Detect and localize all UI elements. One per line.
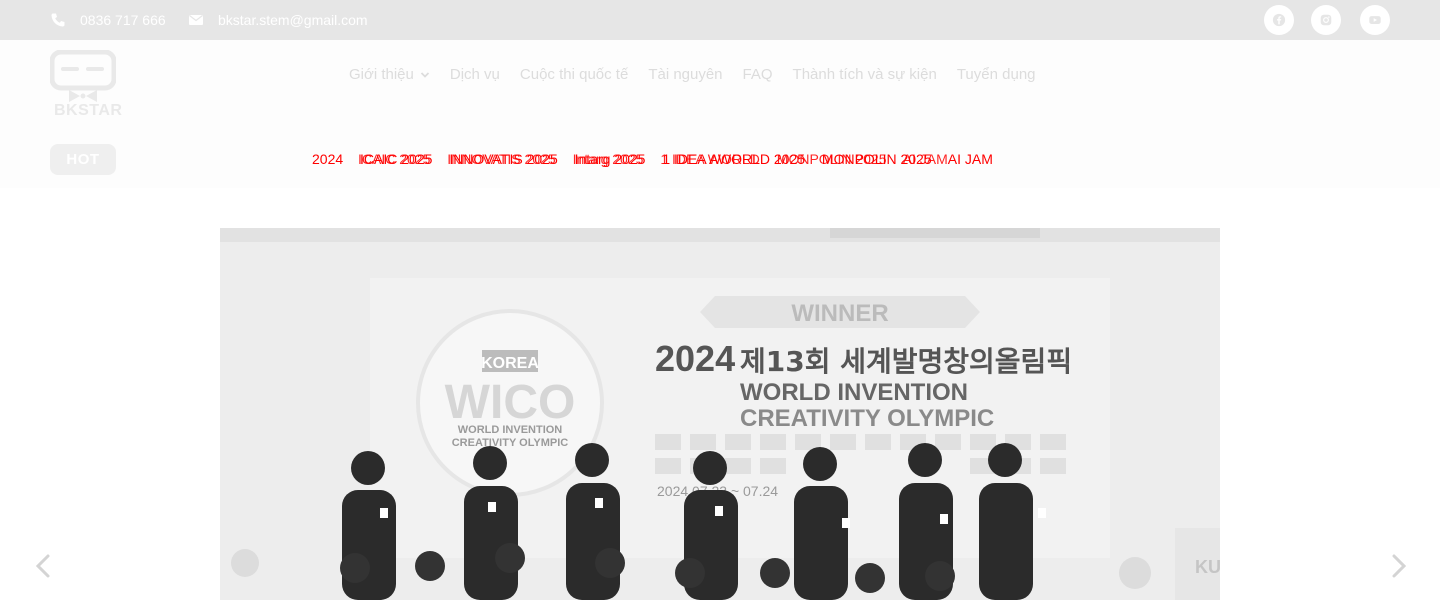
phone-contact[interactable]: 0836 717 666	[50, 0, 166, 40]
banner-year-text: 2024	[655, 338, 735, 379]
site-header: BKSTAR Giới thiệu Dịch vụ Cuộc thi quốc …	[0, 40, 1440, 188]
nav-item-tuyen-dung[interactable]: Tuyển dụng	[957, 66, 1036, 83]
nav-item-label: Cuộc thi quốc tế	[519, 66, 629, 83]
hero-slider[interactable]: WINNER KOREA WICO WORLD INVENTION CREATI…	[220, 228, 1220, 600]
nav-item-label: Tuyển dụng	[956, 66, 1036, 83]
nav-item-label: FAQ	[742, 66, 773, 83]
chevron-down-icon	[420, 71, 430, 78]
right-badge-text: KU	[1195, 557, 1220, 577]
nav-item-label: Dịch vụ	[449, 66, 500, 83]
ticker-item[interactable]: AI JAM	[903, 151, 948, 167]
nav-item-cuoc-thi-quoc-te[interactable]: Cuộc thi quốc tế	[520, 66, 628, 83]
ticker-item[interactable]: 2024	[312, 151, 343, 167]
nav-item-label: Thành tích và sự kiện	[792, 66, 937, 83]
nav-item-tai-nguyen[interactable]: Tài nguyên	[648, 66, 722, 83]
nav-item-thanh-tich[interactable]: Thành tích và sự kiện	[793, 66, 937, 83]
nav-item-label: Giới thiệu	[349, 66, 414, 83]
slider-prev-arrow-icon[interactable]	[30, 550, 58, 582]
email-address: bkstar.stem@gmail.com	[218, 12, 368, 28]
nav-item-label: Tài nguyên	[648, 66, 723, 83]
logo-main-text: WICO	[445, 376, 576, 429]
youtube-icon	[1369, 16, 1381, 24]
logo-country-text: KOREA	[481, 355, 539, 372]
nav-item-dich-vu[interactable]: Dịch vụ	[450, 66, 500, 83]
email-contact[interactable]: bkstar.stem@gmail.com	[188, 0, 368, 40]
nav-item-gioi-thieu[interactable]: Giới thiệu	[349, 66, 430, 83]
logo-text: BKSTAR	[54, 102, 123, 119]
ticker-row-overlap: ICAIC 2025 INNOVATIS 2025 Intarg 2025 1 …	[358, 151, 961, 167]
banner-en-1: WORLD INVENTION	[740, 379, 968, 406]
ticker-item[interactable]: MONPOLIN 2025	[777, 151, 887, 167]
slider-next-arrow-icon[interactable]	[1384, 550, 1412, 582]
ticker-item[interactable]: INNOVATIS 2025	[447, 151, 555, 167]
facebook-icon	[1272, 13, 1286, 27]
logo-sub-1: WORLD INVENTION	[458, 424, 563, 436]
top-contact-bar: 0836 717 666 bkstar.stem@gmail.com	[0, 0, 1440, 40]
phone-icon	[51, 13, 65, 27]
ticker-item[interactable]: Intarg 2025	[573, 151, 644, 167]
banner-en-2: CREATIVITY OLYMPIC	[740, 405, 994, 432]
ticker-item[interactable]: 1 IDEA WORLD	[660, 151, 760, 167]
site-logo[interactable]: BKSTAR	[49, 49, 122, 122]
nav-item-faq[interactable]: FAQ	[743, 66, 773, 83]
ticker-item[interactable]: ICAIC 2025	[358, 151, 430, 167]
youtube-link[interactable]	[1360, 5, 1390, 35]
news-ticker[interactable]: 2024 ICAIC 2025 INNOVATIS 2025 Intarg 20…	[312, 151, 1122, 169]
phone-number: 0836 717 666	[80, 12, 166, 28]
hot-badge: HOT	[50, 144, 116, 175]
facebook-link[interactable]	[1264, 5, 1294, 35]
slide-image-winner-photo: WINNER KOREA WICO WORLD INVENTION CREATI…	[220, 228, 1220, 600]
main-navigation: Giới thiệu Dịch vụ Cuộc thi quốc tế Tài …	[349, 66, 1056, 83]
banner-winner-text: WINNER	[791, 300, 888, 327]
banner-korean-text: 제13회 세계발명창의올림픽	[740, 345, 1072, 378]
instagram-icon	[1320, 14, 1332, 26]
logo-sub-2: CREATIVITY OLYMPIC	[452, 437, 569, 449]
mail-icon	[189, 15, 203, 25]
instagram-link[interactable]	[1311, 5, 1341, 35]
